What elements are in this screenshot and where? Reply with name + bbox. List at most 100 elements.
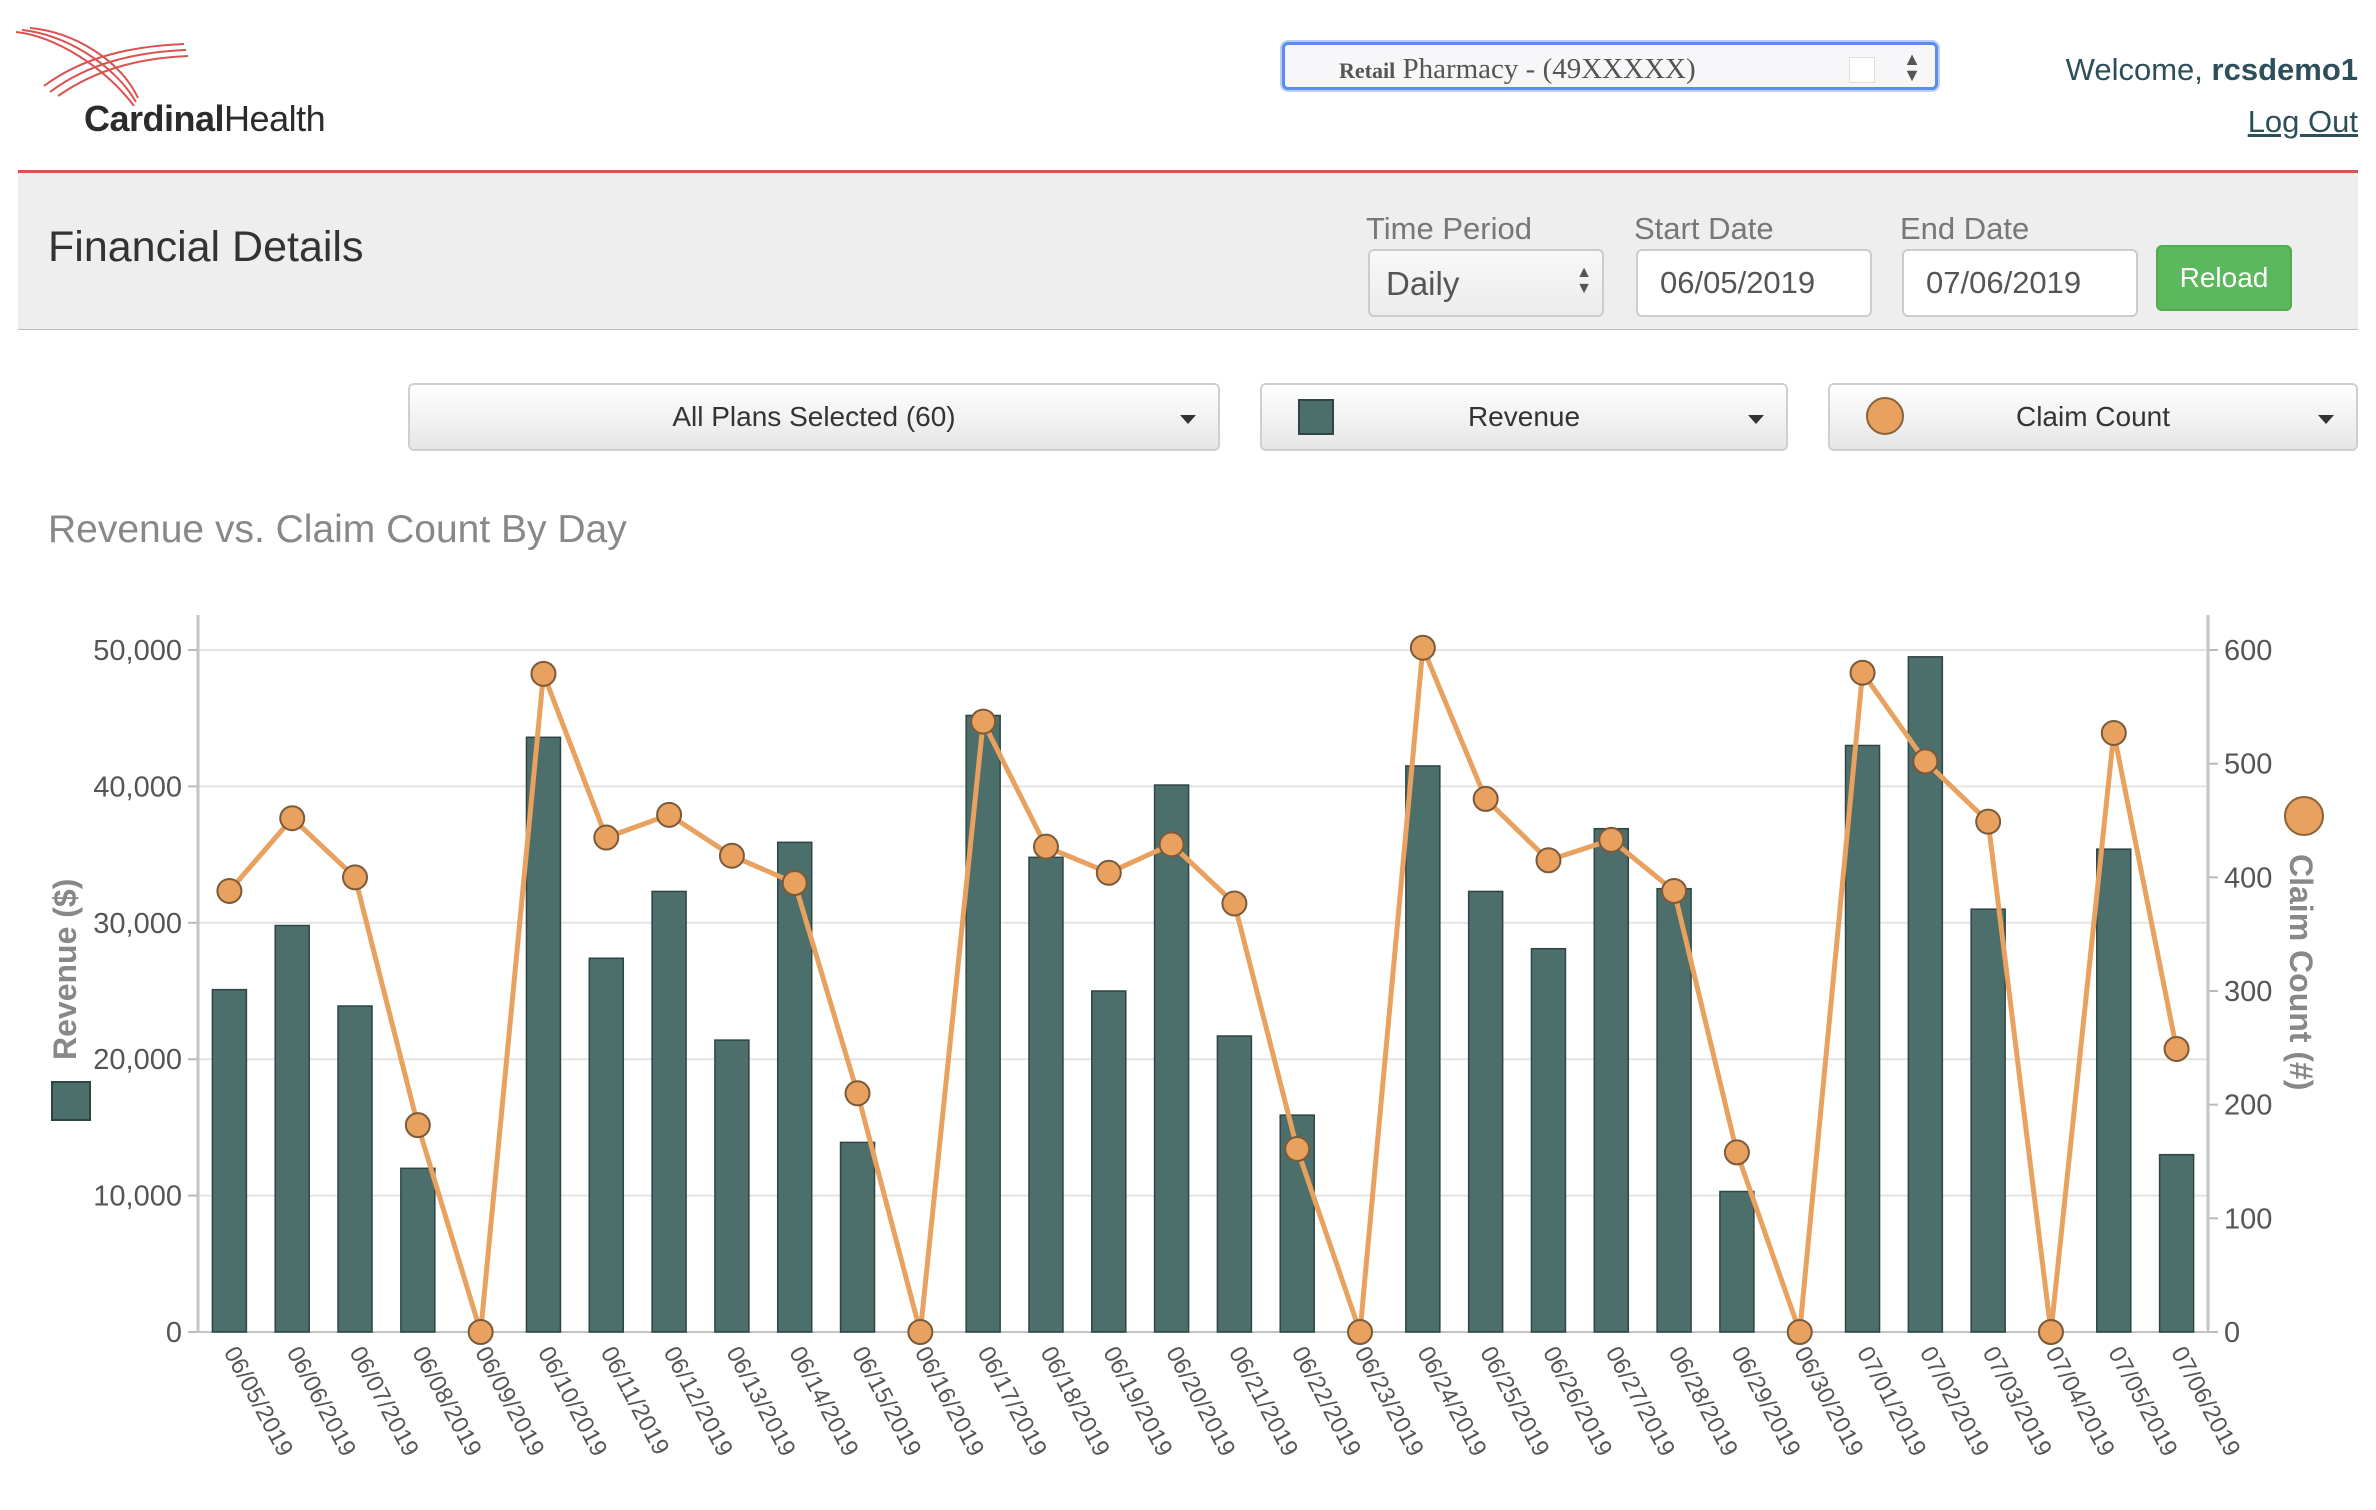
plans-dropdown-label: All Plans Selected (60) xyxy=(672,401,956,432)
welcome-message: Welcome, rcsdemo1 xyxy=(2066,52,2358,88)
end-date-input[interactable]: 07/06/2019 xyxy=(1902,249,2138,317)
revenue-bar xyxy=(525,736,562,1333)
claim-count-point xyxy=(1221,890,1248,917)
bar-swatch-icon xyxy=(1298,399,1334,435)
y-tick-label: 20,000 xyxy=(93,1044,182,1076)
claim-count-point xyxy=(530,660,557,687)
claim-count-point xyxy=(342,864,369,891)
revenue-bar xyxy=(2158,1153,2195,1333)
revenue-bar xyxy=(400,1167,436,1333)
account-select-value: Retail Pharmacy - (49XXXXX) xyxy=(1339,53,1696,86)
logo-light: Health xyxy=(224,98,326,139)
claim-count-point xyxy=(2100,719,2127,746)
line-metric-label: Claim Count xyxy=(2015,401,2171,432)
claim-count-point xyxy=(593,824,620,851)
start-date-input[interactable]: 06/05/2019 xyxy=(1636,249,1872,317)
reload-button[interactable]: Reload xyxy=(2156,245,2292,311)
y-tick-label: 40,000 xyxy=(93,771,182,803)
account-select-small: Retail xyxy=(1339,58,1396,83)
updown-arrows-icon: ▲ ▼ xyxy=(1903,49,1921,85)
claim-count-point xyxy=(1347,1319,1374,1345)
time-period-label: Time Period xyxy=(1366,211,1532,246)
claim-count-point xyxy=(907,1319,934,1345)
claim-count-point xyxy=(279,805,306,832)
page-title: Financial Details xyxy=(48,223,364,271)
time-period-select[interactable]: Daily ▲ ▼ xyxy=(1368,249,1604,317)
revenue-bar xyxy=(651,890,687,1333)
updown-arrows-icon: ▲ ▼ xyxy=(1576,264,1592,297)
claim-count-point xyxy=(1598,826,1625,853)
bar-metric-dropdown[interactable]: Revenue xyxy=(1260,383,1788,451)
logo-swoosh-icon xyxy=(15,27,189,106)
time-period-value: Daily xyxy=(1386,265,1460,302)
claim-count-point xyxy=(1912,748,1939,775)
revenue-bar xyxy=(1216,1035,1253,1333)
account-select[interactable]: Retail Pharmacy - (49XXXXX) ▲ ▼ xyxy=(1282,42,1938,90)
welcome-username: rcsdemo1 xyxy=(2211,52,2358,87)
claim-count-point xyxy=(2163,1035,2190,1062)
claim-count-point xyxy=(1535,847,1562,874)
revenue-bar xyxy=(1028,856,1064,1333)
revenue-bar xyxy=(1970,908,2006,1333)
claim-count-point xyxy=(1661,877,1688,904)
revenue-bar xyxy=(1091,990,1127,1333)
y-axis-title: Revenue ($) xyxy=(47,879,83,1060)
revenue-bar xyxy=(274,924,310,1333)
revenue-bar xyxy=(1405,765,1441,1333)
revenue-bar xyxy=(1593,827,1630,1333)
y2-tick-label: 300 xyxy=(2224,976,2272,1008)
claim-count-point xyxy=(216,877,243,904)
revenue-bar xyxy=(1467,890,1504,1333)
line-metric-dropdown[interactable]: Claim Count xyxy=(1828,383,2358,451)
claim-count-point xyxy=(844,1080,871,1107)
claim-count-point xyxy=(1786,1319,1813,1345)
bar-metric-label: Revenue xyxy=(1467,401,1581,432)
claim-count-point xyxy=(656,801,683,828)
claim-count-point xyxy=(404,1112,431,1139)
start-date-label: Start Date xyxy=(1634,211,1774,246)
claim-count-point xyxy=(467,1319,494,1345)
revenue-bar xyxy=(1153,784,1190,1333)
filter-band: Financial Details Time Period Daily ▲ ▼ S… xyxy=(18,173,2358,330)
claim-count-point xyxy=(1032,833,1059,860)
revenue-bar xyxy=(1530,947,1567,1333)
plans-dropdown[interactable]: All Plans Selected (60) xyxy=(408,383,1220,451)
y-tick-label: 10,000 xyxy=(93,1181,182,1213)
caret-down-icon xyxy=(1748,415,1764,424)
y2-tick-label: 200 xyxy=(2224,1090,2272,1122)
line-swatch-icon xyxy=(1866,397,1904,435)
revenue-bar xyxy=(965,714,1001,1333)
claim-count-point xyxy=(781,870,808,897)
y2-tick-label: 100 xyxy=(2224,1203,2272,1235)
y-tick-label: 30,000 xyxy=(93,908,182,940)
revenue-bar xyxy=(211,988,248,1333)
y-axis-swatch-icon xyxy=(51,1081,91,1121)
revenue-bar xyxy=(588,957,625,1333)
revenue-bar xyxy=(337,1005,373,1333)
revenue-bar xyxy=(1844,744,1881,1333)
y-tick-label: 0 xyxy=(166,1317,182,1349)
account-select-box xyxy=(1849,57,1875,83)
caret-down-icon xyxy=(1180,415,1196,424)
logo-wordmark: CardinalHealth xyxy=(84,98,326,140)
chart-title: Revenue vs. Claim Count By Day xyxy=(48,508,627,551)
caret-down-icon xyxy=(2318,415,2334,424)
revenue-bar xyxy=(2096,848,2132,1333)
claim-count-line xyxy=(227,645,2180,1335)
y2-axis-swatch-icon xyxy=(2284,796,2324,836)
y2-axis-title: Claim Count (#) xyxy=(2283,854,2319,1090)
claim-count-point xyxy=(1158,831,1185,858)
end-date-label: End Date xyxy=(1900,211,2030,246)
claim-count-point xyxy=(1095,859,1122,886)
revenue-bar xyxy=(839,1141,876,1333)
claim-count-point xyxy=(1849,659,1876,686)
claim-count-point xyxy=(970,708,997,735)
revenue-bar xyxy=(714,1039,750,1333)
y-tick-label: 50,000 xyxy=(93,635,182,667)
start-date-value: 06/05/2019 xyxy=(1660,265,1816,300)
claim-count-point xyxy=(718,842,745,869)
logout-link[interactable]: Log Out xyxy=(2248,104,2358,140)
y2-tick-label: 500 xyxy=(2224,749,2272,781)
claim-count-point xyxy=(1723,1139,1750,1166)
claim-count-point xyxy=(2037,1319,2064,1345)
